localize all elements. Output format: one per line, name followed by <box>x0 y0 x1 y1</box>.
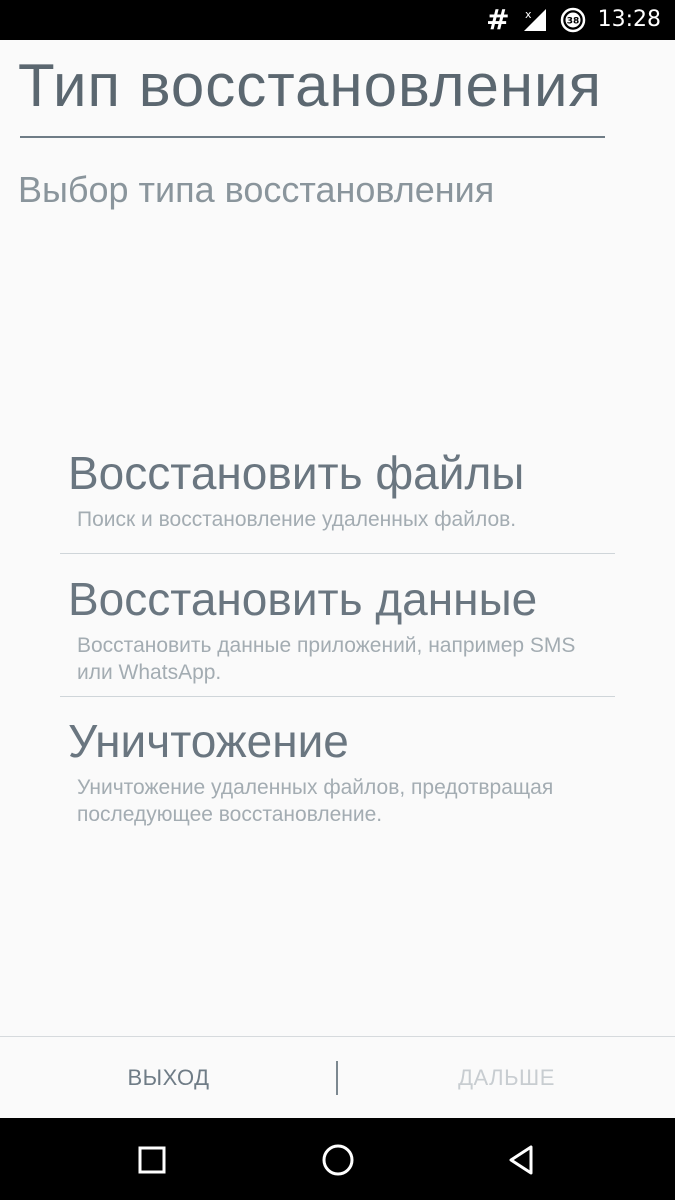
badge-number: 38 <box>566 17 579 27</box>
back-triangle-icon[interactable] <box>503 1140 543 1180</box>
data-saver-icon: 38 <box>560 7 586 33</box>
page-title: Тип восстановления <box>18 52 602 119</box>
option-restore-data[interactable]: Восстановить данные Восстановить данные … <box>60 572 615 686</box>
next-button[interactable]: ДАЛЬШЕ <box>338 1037 675 1119</box>
option-wipe[interactable]: Уничтожение Уничтожение удаленных файлов… <box>60 714 615 828</box>
clock: 13:28 <box>597 7 661 32</box>
exit-button[interactable]: ВЫХОД <box>0 1037 337 1119</box>
page-subtitle: Выбор типа восстановления <box>18 169 495 210</box>
home-circle-icon[interactable] <box>318 1140 358 1180</box>
option-title: Уничтожение <box>68 715 349 767</box>
navigation-bar <box>0 1118 675 1200</box>
option-description: Поиск и восстановление удаленных файлов. <box>77 508 517 531</box>
screen: # x 38 13:28 Тип восстановления Выбор ти… <box>0 0 675 1200</box>
hash-icon: # <box>486 3 510 36</box>
option-divider <box>60 696 615 697</box>
svg-text:x: x <box>525 8 532 21</box>
option-description: Восстановить данные приложений, например… <box>77 634 576 684</box>
option-divider <box>60 553 615 554</box>
option-title: Восстановить файлы <box>68 447 525 499</box>
option-title: Восстановить данные <box>68 573 538 625</box>
option-restore-files[interactable]: Восстановить файлы Поиск и восстановлени… <box>60 446 615 533</box>
option-description: Уничтожение удаленных файлов, предотвращ… <box>77 776 554 826</box>
signal-no-data-icon: x <box>522 7 548 33</box>
title-divider <box>20 136 605 138</box>
status-icons: # x 38 13:28 <box>486 0 661 40</box>
footer-bar: ВЫХОД ДАЛЬШЕ <box>0 1036 675 1119</box>
status-bar: # x 38 13:28 <box>0 0 675 40</box>
recents-square-icon[interactable] <box>132 1140 172 1180</box>
